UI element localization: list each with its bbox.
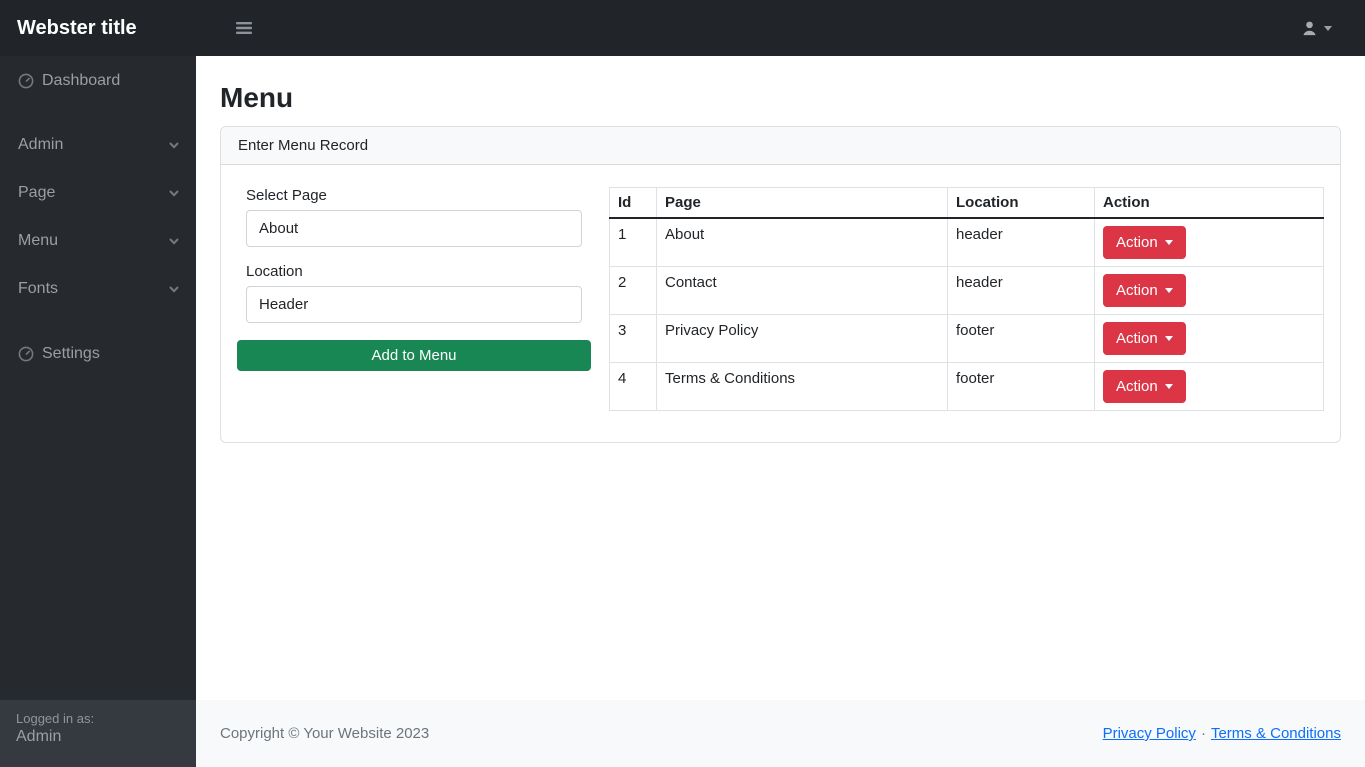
sidebar-item-label: Admin — [18, 136, 64, 153]
cell-action: Action — [1094, 266, 1324, 315]
action-button-label: Action — [1116, 234, 1158, 251]
menu-table: Id Page Location Action 1 About header A… — [609, 187, 1324, 411]
caret-down-icon — [1324, 25, 1332, 31]
action-dropdown-button[interactable]: Action — [1103, 226, 1186, 259]
menu-record-card: Enter Menu Record Select Page Location — [220, 126, 1341, 443]
copyright-text: Copyright © Your Website 2023 — [220, 725, 430, 742]
cell-location: footer — [947, 362, 1095, 411]
cell-action: Action — [1094, 217, 1324, 267]
cell-page: About — [656, 217, 948, 267]
table-row: 2 Contact header Action — [609, 266, 1324, 315]
select-page-label: Select Page — [246, 187, 327, 204]
sidebar-item-label: Settings — [42, 345, 100, 362]
app-layout: Dashboard Admin Page Menu Fonts Settings… — [0, 56, 1365, 767]
sidebar-item-label: Dashboard — [42, 72, 121, 89]
sidebar-item-dashboard[interactable]: Dashboard — [0, 57, 196, 105]
footer-link-privacy-policy[interactable]: Privacy Policy — [1103, 725, 1196, 742]
sidebar-item-label: Fonts — [18, 280, 59, 297]
page-content: Menu Enter Menu Record Select Page Locat… — [196, 56, 1365, 700]
caret-down-icon — [1164, 288, 1173, 293]
action-dropdown-button[interactable]: Action — [1103, 370, 1186, 403]
card-body: Select Page Location Add to Menu — [221, 165, 1340, 442]
footer-links: Privacy Policy · Terms & Conditions — [1103, 725, 1341, 742]
brand-link[interactable]: Webster title — [0, 17, 196, 40]
menu-table-wrapper: Id Page Location Action 1 About header A… — [609, 187, 1324, 442]
sidebar-item-admin[interactable]: Admin — [0, 121, 196, 169]
column-header-action: Action — [1094, 187, 1324, 219]
action-button-label: Action — [1116, 282, 1158, 299]
page-footer: Copyright © Your Website 2023 Privacy Po… — [196, 700, 1365, 767]
gauge-icon — [18, 73, 34, 89]
card-header-title: Enter Menu Record — [221, 127, 1340, 165]
action-dropdown-button[interactable]: Action — [1103, 274, 1186, 307]
action-button-label: Action — [1116, 378, 1158, 395]
chevron-down-icon — [168, 139, 180, 151]
chevron-down-icon — [168, 187, 180, 199]
column-header-page: Page — [656, 187, 948, 219]
top-navbar: Webster title — [0, 0, 1365, 56]
table-header-row: Id Page Location Action — [609, 187, 1324, 219]
cell-page: Privacy Policy — [656, 314, 948, 363]
caret-down-icon — [1164, 240, 1173, 245]
action-button-label: Action — [1116, 330, 1158, 347]
sidebar-toggle-button[interactable] — [232, 17, 256, 39]
cell-action: Action — [1094, 362, 1324, 411]
cell-location: header — [947, 217, 1095, 267]
footer-link-terms-conditions[interactable]: Terms & Conditions — [1211, 725, 1341, 742]
sidebar-footer: Logged in as: Admin — [0, 700, 196, 767]
chevron-down-icon — [168, 235, 180, 247]
cell-action: Action — [1094, 314, 1324, 363]
chevron-down-icon — [168, 283, 180, 295]
location-input[interactable] — [246, 286, 582, 323]
sidebar-item-label: Menu — [18, 232, 59, 249]
sidebar-nav: Dashboard Admin Page Menu Fonts Settings — [0, 56, 196, 378]
sidebar-item-fonts[interactable]: Fonts — [0, 265, 196, 313]
sidebar-item-label: Page — [18, 184, 56, 201]
menu-form: Select Page Location Add to Menu — [237, 187, 591, 442]
cell-page: Contact — [656, 266, 948, 315]
location-label: Location — [246, 263, 303, 280]
select-page-input[interactable] — [246, 210, 582, 247]
caret-down-icon — [1164, 384, 1173, 389]
caret-down-icon — [1164, 336, 1173, 341]
gauge-icon — [18, 346, 34, 362]
sidebar: Dashboard Admin Page Menu Fonts Settings… — [0, 56, 196, 767]
add-to-menu-button[interactable]: Add to Menu — [237, 340, 591, 371]
main-area: Menu Enter Menu Record Select Page Locat… — [196, 56, 1365, 767]
page-title: Menu — [220, 82, 294, 113]
column-header-id: Id — [609, 187, 657, 219]
sidebar-item-settings[interactable]: Settings — [0, 330, 196, 378]
action-dropdown-button[interactable]: Action — [1103, 322, 1186, 355]
cell-location: header — [947, 266, 1095, 315]
user-icon — [1301, 20, 1318, 37]
table-row: 3 Privacy Policy footer Action — [609, 314, 1324, 363]
footer-links-separator: · — [1200, 725, 1206, 742]
cell-id: 2 — [609, 266, 657, 315]
cell-id: 3 — [609, 314, 657, 363]
logged-in-as-label: Logged in as: — [16, 711, 95, 726]
column-header-location: Location — [947, 187, 1095, 219]
cell-id: 1 — [609, 217, 657, 267]
table-row: 4 Terms & Conditions footer Action — [609, 362, 1324, 411]
logged-in-user: Admin — [16, 728, 62, 745]
hamburger-icon — [236, 21, 252, 35]
cell-id: 4 — [609, 362, 657, 411]
cell-location: footer — [947, 314, 1095, 363]
cell-page: Terms & Conditions — [656, 362, 948, 411]
sidebar-item-menu[interactable]: Menu — [0, 217, 196, 265]
sidebar-item-page[interactable]: Page — [0, 169, 196, 217]
user-menu-dropdown[interactable] — [1301, 20, 1365, 37]
table-row: 1 About header Action — [609, 217, 1324, 267]
